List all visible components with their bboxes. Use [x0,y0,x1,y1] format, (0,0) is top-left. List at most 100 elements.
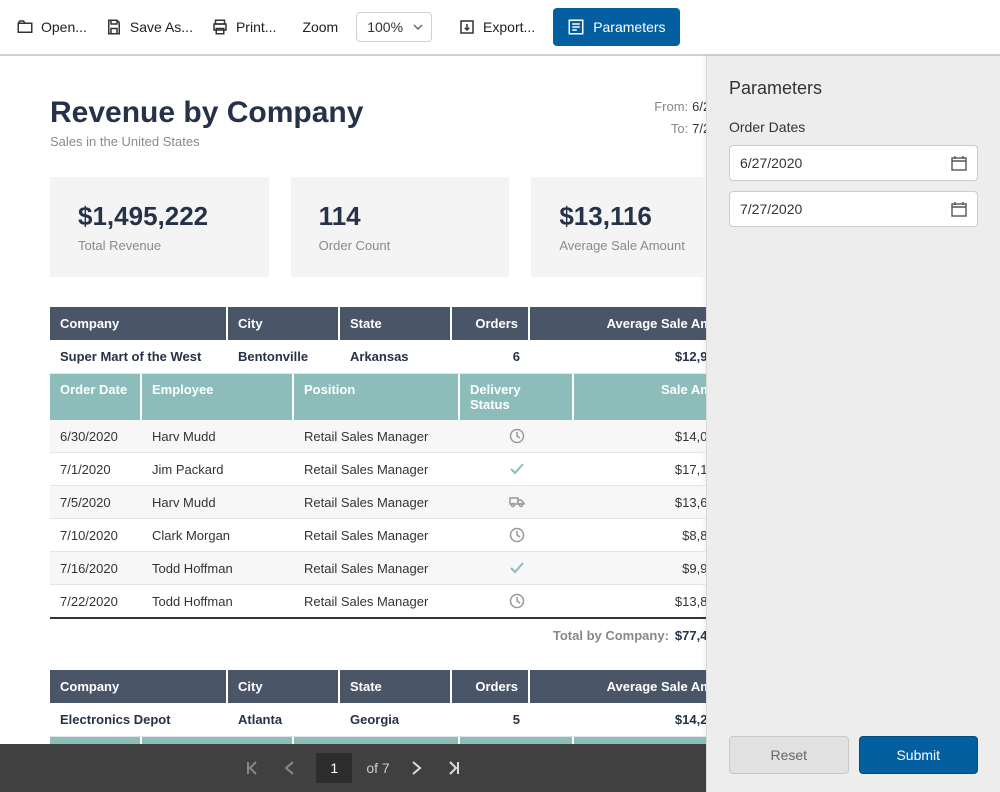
company-total-row: Total by Company: $77,400.00 [50,619,706,652]
order-dates-label: Order Dates [729,119,978,135]
col-order-date: Order Date [50,374,142,420]
total-value: $77,400.00 [675,628,706,643]
cell-status [460,585,574,617]
cell-employee: Clark Morgan [142,519,294,551]
export-button[interactable]: Export... [458,18,535,36]
from-label: From: [654,99,688,114]
company-header-row: CompanyCityStateOrdersAverage Sale Amoun… [50,670,706,703]
company-name: Electronics Depot [50,703,228,736]
truck-icon [509,494,525,510]
cell-date: 7/22/2020 [50,585,142,617]
parameters-label: Parameters [593,19,665,35]
kpi-label: Order Count [319,238,482,253]
check-icon [509,461,525,477]
col-orders: Orders [452,307,530,340]
date-range: From:6/27/2020 To:7/27/2020 [654,96,706,140]
kpi-order-count: 114 Order Count [291,177,510,277]
cell-status [460,420,574,452]
cell-employee: Todd Hoffman [142,552,294,584]
company-name: Super Mart of the West [50,340,228,373]
clock-icon [509,593,525,609]
check-icon [509,560,525,576]
report-viewer: Revenue by Company Sales in the United S… [0,56,706,792]
detail-header-row: Order DateEmployeePositionDelivery Statu… [50,737,706,744]
cell-status [460,486,574,518]
detail-row: 7/16/2020Todd HoffmanRetail Sales Manage… [50,552,706,585]
to-label: To: [671,121,688,136]
col-avg: Average Sale Amount [530,670,706,703]
open-button[interactable]: Open... [16,18,87,36]
col-city: City [228,670,340,703]
company-orders: 5 [452,703,530,736]
calendar-icon [951,201,967,217]
col-sale-amount: Sale Amount [574,737,706,744]
panel-title: Parameters [707,56,1000,113]
cell-status [460,519,574,551]
to-value: 7/27/2020 [692,121,706,136]
detail-row: 7/1/2020Jim PackardRetail Sales Manager$… [50,453,706,486]
cell-employee: Jim Packard [142,453,294,485]
cell-date: 7/1/2020 [50,453,142,485]
kpi-total-revenue: $1,495,222 Total Revenue [50,177,269,277]
save-as-button[interactable]: Save As... [105,18,193,36]
last-page-button[interactable] [442,756,466,780]
print-button[interactable]: Print... [211,18,276,36]
cell-employee: Todd Hoffman [142,585,294,617]
company-block: CompanyCityStateOrdersAverage Sale Amoun… [50,670,706,744]
company-city: Atlanta [228,703,340,736]
col-position: Position [294,374,460,420]
cell-position: Retail Sales Manager [294,519,460,551]
company-state: Arkansas [340,340,452,373]
cell-position: Retail Sales Manager [294,486,460,518]
parameters-panel: Parameters Order Dates 6/27/2020 7/27/20… [706,56,1000,792]
col-position: Position [294,737,460,744]
print-label: Print... [236,19,276,35]
cell-date: 6/30/2020 [50,420,142,452]
col-order-date: Order Date [50,737,142,744]
cell-amount: $14,050.00 [574,420,706,452]
col-company: Company [50,670,228,703]
kpi-label: Average Sale Amount [559,238,706,253]
cell-date: 7/5/2020 [50,486,142,518]
parameters-button[interactable]: Parameters [553,8,679,46]
cell-amount: $13,650.00 [574,486,706,518]
cell-date: 7/16/2020 [50,552,142,584]
col-avg: Average Sale Amount [530,307,706,340]
cell-employee: Harv Mudd [142,420,294,452]
cell-position: Retail Sales Manager [294,453,460,485]
company-avg: $12,900.00 [530,340,706,373]
cell-date: 7/10/2020 [50,519,142,551]
next-page-button[interactable] [404,756,428,780]
company-block: CompanyCityStateOrdersAverage Sale Amoun… [50,307,706,652]
col-delivery-status: Delivery Status [460,374,574,420]
clock-icon [509,428,525,444]
col-orders: Orders [452,670,530,703]
page-of-label: of 7 [366,760,389,776]
zoom-select[interactable]: 100% [356,12,432,42]
date-to-input[interactable]: 7/27/2020 [729,191,978,227]
zoom-value: 100% [367,19,403,35]
company-avg: $14,255.60 [530,703,706,736]
kpi-avg-sale: $13,116 Average Sale Amount [531,177,706,277]
reset-button[interactable]: Reset [729,736,849,774]
prev-page-button[interactable] [278,756,302,780]
cell-status [460,552,574,584]
detail-row: 7/10/2020Clark MorganRetail Sales Manage… [50,519,706,552]
col-employee: Employee [142,374,294,420]
first-page-button[interactable] [240,756,264,780]
col-company: Company [50,307,228,340]
calendar-icon [951,155,967,171]
date-from-input[interactable]: 6/27/2020 [729,145,978,181]
print-icon [211,18,229,36]
total-label: Total by Company: [553,628,669,643]
clock-icon [509,527,525,543]
cell-amount: $8,850.00 [574,519,706,551]
parameters-icon [567,18,585,36]
company-summary-row: Electronics DepotAtlantaGeorgia5$14,255.… [50,703,706,737]
col-state: State [340,670,452,703]
submit-button[interactable]: Submit [859,736,979,774]
col-sale-amount: Sale Amount [574,374,706,420]
zoom-label: Zoom [302,19,338,35]
cell-position: Retail Sales Manager [294,420,460,452]
page-input[interactable] [316,753,352,783]
